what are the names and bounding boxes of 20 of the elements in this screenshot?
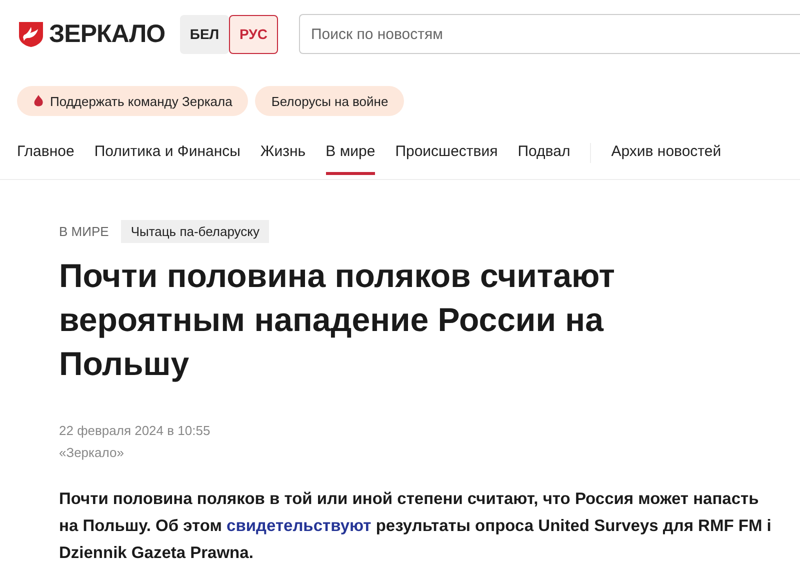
category-label: В МИРЕ bbox=[59, 224, 109, 239]
nav-link[interactable]: Политика и Финансы bbox=[94, 143, 240, 175]
nav-link[interactable]: Происшествия bbox=[395, 143, 498, 175]
source-link[interactable]: свидетельствуют bbox=[226, 517, 372, 535]
nav-link[interactable]: Жизнь bbox=[260, 143, 306, 175]
nav-link[interactable]: Архив новостей bbox=[611, 143, 722, 175]
language-button[interactable]: БЕЛ bbox=[180, 14, 229, 54]
promo-button[interactable]: Поддержать команду Зеркала bbox=[17, 86, 248, 116]
search-field[interactable]: Поиск по новостям bbox=[299, 14, 800, 54]
promo-button[interactable]: Белорусы на войне bbox=[255, 86, 404, 116]
lead-paragraph: Почти половина поляков в той или иной степени считают, что Россия может напасть на Польшу. Об этом свидетельствуют результаты опроса United Surveys для RMF FM i Dziennik Gazeta Prawna. bbox=[59, 489, 772, 564]
nav-link[interactable]: Главное bbox=[17, 143, 74, 175]
article-title: Почти половина поляков считают вероятным нападение России на Польшу bbox=[59, 256, 616, 384]
nav-link[interactable]: Подвал bbox=[518, 143, 570, 175]
language-button[interactable]: РУС bbox=[229, 14, 278, 54]
translate-link[interactable]: Чытаць па-беларуску bbox=[120, 220, 270, 243]
source-label: «Зеркало» bbox=[59, 444, 125, 462]
logo-text[interactable]: ЗЕРКАЛО bbox=[49, 20, 166, 48]
nav-link[interactable]: В мире bbox=[326, 143, 376, 175]
publish-date: 22 февраля 2024 в 10:55 bbox=[59, 422, 212, 440]
